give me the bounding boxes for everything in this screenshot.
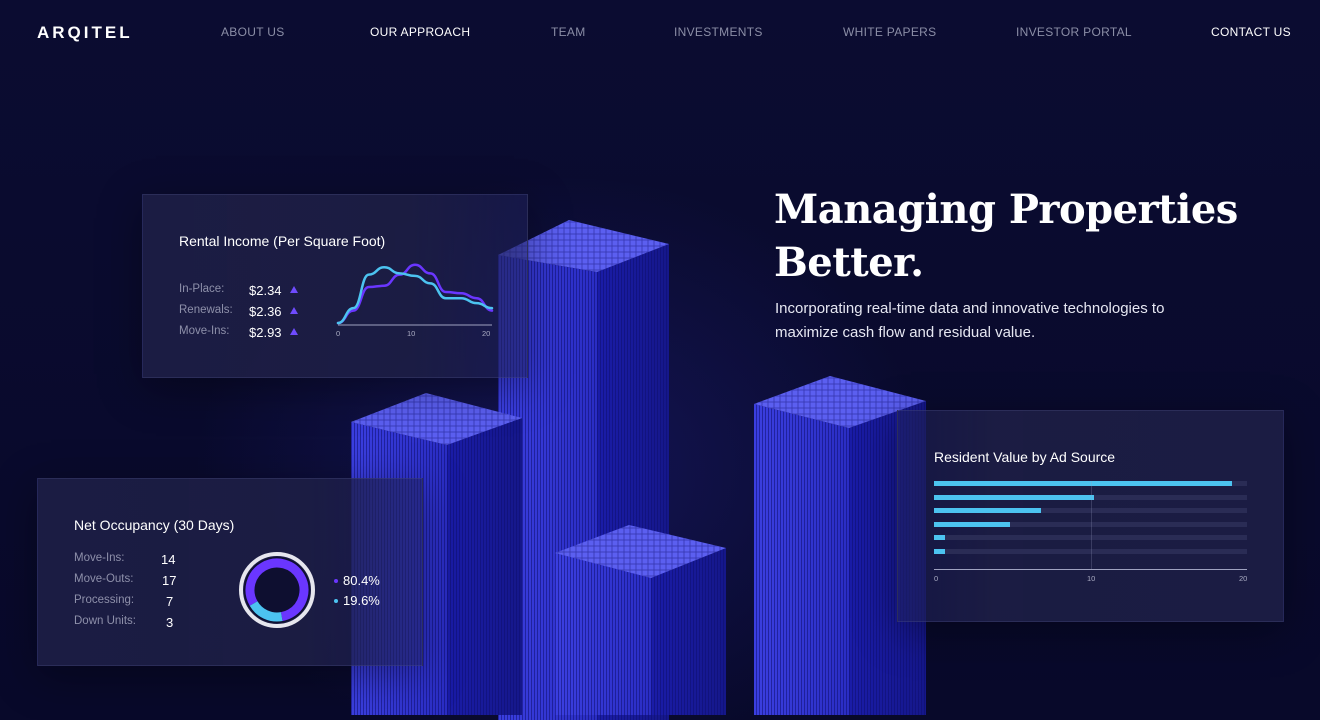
rental-line-chart: [336, 263, 494, 326]
bar: [934, 481, 1232, 486]
x-tick-label: 10: [1087, 574, 1096, 583]
up-arrow-icon: [290, 307, 298, 314]
hero-subtitle: Incorporating real-time data and innovat…: [775, 297, 1205, 345]
resident-bar-chart: [934, 481, 1247, 571]
rental-row-label: Move-Ins:: [179, 325, 230, 337]
x-axis-line: [934, 569, 1247, 570]
x-tick-label: 10: [407, 329, 416, 338]
occupancy-row-value: 7: [166, 594, 174, 609]
bar: [934, 508, 1041, 513]
rental-income-title: Rental Income (Per Square Foot): [179, 233, 386, 249]
hero-subtitle-line1: Incorporating real-time data and innovat…: [775, 300, 1165, 317]
hero-title-line2: Better.: [774, 239, 924, 286]
rental-row-value: $2.93: [249, 325, 282, 340]
hero-title-line1: Managing Properties: [774, 186, 1238, 233]
occupancy-row-value: 14: [161, 552, 176, 567]
occupancy-row-value: 17: [162, 573, 177, 588]
x-tick-label: 20: [1239, 574, 1248, 583]
bar: [934, 494, 1095, 500]
up-arrow-icon: [290, 328, 298, 335]
net-occupancy-title: Net Occupancy (30 Days): [74, 517, 235, 533]
rental-row-label: In-Place:: [179, 283, 225, 295]
occupancy-row-value: 3: [166, 615, 174, 630]
bar: [934, 521, 1011, 527]
rental-row-label: Renewals:: [179, 304, 233, 316]
legend-value: 80.4%: [343, 573, 380, 588]
occupancy-donut-chart: [239, 552, 315, 628]
up-arrow-icon: [290, 286, 298, 293]
occupancy-row-label: Down Units:: [74, 615, 136, 627]
rental-income-card: Rental Income (Per Square Foot) In-Place…: [142, 194, 528, 378]
net-occupancy-card: Net Occupancy (30 Days) Move-Ins: 14 Mov…: [37, 478, 423, 666]
occupancy-row-label: Processing:: [74, 594, 135, 606]
x-tick-label: 0: [336, 329, 341, 338]
legend-dot: [334, 599, 338, 603]
resident-value-card: Resident Value by Ad Source 0 10 20: [897, 410, 1284, 622]
rental-row-value: $2.36: [249, 304, 282, 319]
bar: [934, 535, 945, 540]
resident-value-title: Resident Value by Ad Source: [934, 449, 1116, 465]
x-tick-label: 0: [934, 574, 939, 583]
legend-value: 19.6%: [343, 593, 380, 608]
hero-title: Managing Properties Better.: [774, 183, 1254, 289]
occupancy-row-label: Move-Outs:: [74, 573, 134, 585]
bar: [934, 548, 945, 554]
tower-front: [555, 525, 726, 715]
gridline: [1090, 481, 1092, 569]
rental-row-value: $2.34: [249, 283, 282, 298]
x-tick-label: 20: [482, 329, 491, 338]
legend-dot: [334, 579, 338, 583]
occupancy-row-label: Move-Ins:: [74, 552, 125, 564]
hero-subtitle-line2: maximize cash flow and residual value.: [775, 324, 1036, 341]
